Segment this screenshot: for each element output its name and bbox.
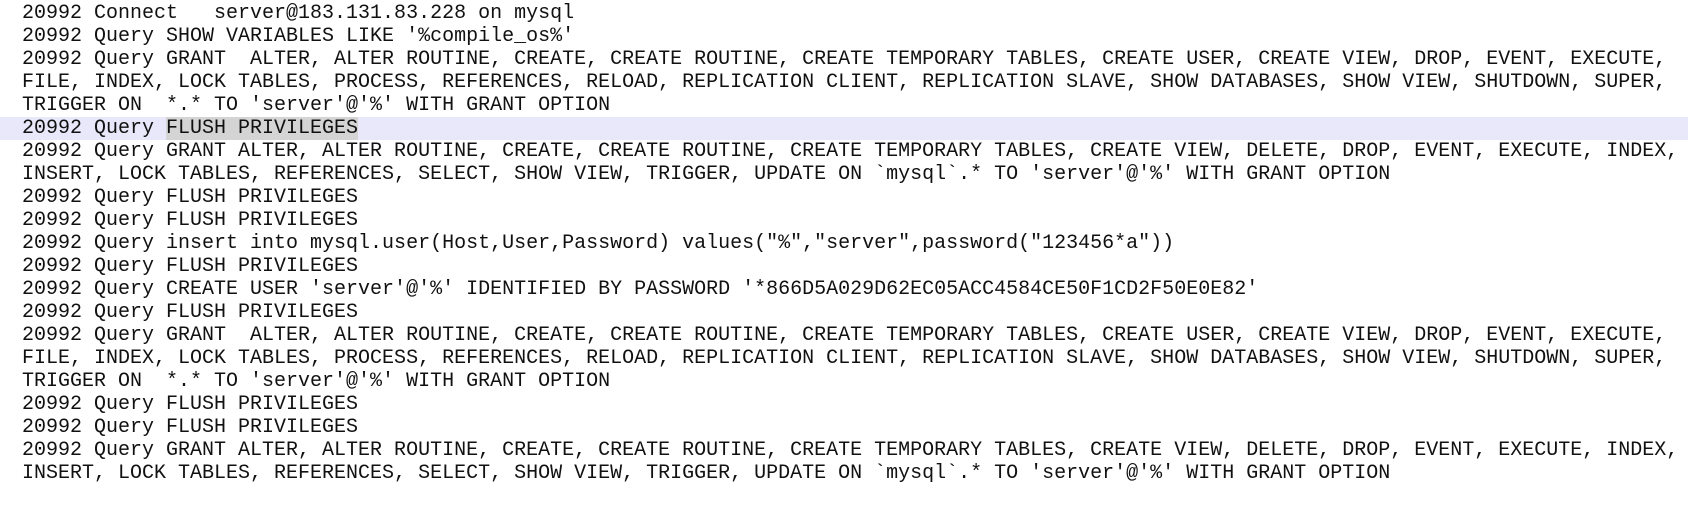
- log-line: INSERT, LOCK TABLES, REFERENCES, SELECT,…: [22, 163, 1391, 186]
- log-line: FILE, INDEX, LOCK TABLES, PROCESS, REFER…: [22, 71, 1667, 94]
- log-line: FILE, INDEX, LOCK TABLES, PROCESS, REFER…: [22, 347, 1667, 370]
- current-log-line[interactable]: 20992 Query FLUSH PRIVILEGES: [0, 117, 1688, 140]
- log-line: 20992 Query FLUSH PRIVILEGES: [22, 393, 359, 416]
- log-line: 20992 Query insert into mysql.user(Host,…: [22, 232, 1175, 255]
- line-prefix: 20992 Query: [22, 117, 167, 140]
- log-line: 20992 Connect server@183.131.83.228 on m…: [22, 2, 575, 25]
- log-line: TRIGGER ON *.* TO 'server'@'%' WITH GRAN…: [22, 94, 611, 117]
- log-line: 20992 Query GRANT ALTER, ALTER ROUTINE, …: [22, 439, 1679, 462]
- log-line: 20992 Query FLUSH PRIVILEGES: [22, 186, 359, 209]
- log-line: 20992 Query GRANT ALTER, ALTER ROUTINE, …: [22, 324, 1667, 347]
- log-line: INSERT, LOCK TABLES, REFERENCES, SELECT,…: [22, 462, 1391, 485]
- log-line: 20992 Query GRANT ALTER, ALTER ROUTINE, …: [22, 48, 1667, 71]
- selected-text[interactable]: FLUSH PRIVILEGES: [166, 117, 359, 140]
- log-line: 20992 Query FLUSH PRIVILEGES: [22, 301, 359, 324]
- log-line: TRIGGER ON *.* TO 'server'@'%' WITH GRAN…: [22, 370, 611, 393]
- log-text-editor[interactable]: 20992 Connect server@183.131.83.228 on m…: [0, 0, 1688, 485]
- log-line: 20992 Query SHOW VARIABLES LIKE '%compil…: [22, 25, 575, 48]
- log-line: 20992 Query GRANT ALTER, ALTER ROUTINE, …: [22, 140, 1679, 163]
- log-line: 20992 Query CREATE USER 'server'@'%' IDE…: [22, 278, 1259, 301]
- log-line: 20992 Query FLUSH PRIVILEGES: [22, 255, 359, 278]
- log-line: 20992 Query FLUSH PRIVILEGES: [22, 209, 359, 232]
- log-line: 20992 Query FLUSH PRIVILEGES: [22, 416, 359, 439]
